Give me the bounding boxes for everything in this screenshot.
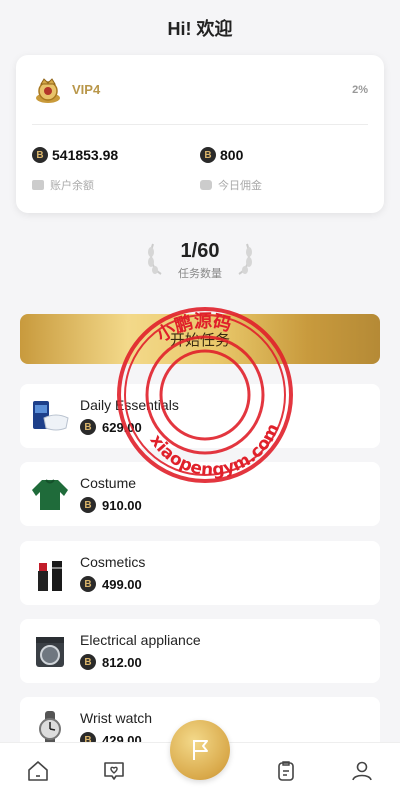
tab-orders[interactable]	[266, 751, 306, 791]
item-name: Daily Essentials	[80, 397, 179, 413]
vip-percent: 2%	[352, 83, 368, 96]
item-price: 629.00	[102, 419, 142, 435]
item-price: 499.00	[102, 576, 142, 592]
page-header: Hi! 欢迎	[0, 0, 400, 56]
vip-level-label: VIP4	[72, 82, 101, 97]
vip-row: VIP4 2%	[32, 55, 368, 125]
lipstick-icon	[30, 553, 70, 593]
page-title: Hi! 欢迎	[167, 19, 233, 39]
laurel-left-icon	[148, 243, 162, 275]
tab-home[interactable]	[18, 751, 58, 791]
coin-icon: B	[80, 576, 96, 592]
coin-icon: B	[80, 497, 96, 513]
tab-profile[interactable]	[342, 751, 382, 791]
balance-label: 账户余额	[50, 180, 94, 192]
coin-icon: B	[200, 147, 216, 163]
coin-icon: B	[32, 147, 48, 163]
item-name: Wrist watch	[80, 710, 153, 726]
task-counter: 1/60 任务数量	[0, 240, 400, 281]
heart-chat-icon	[104, 761, 124, 780]
balance-stat: B 541853.98 账户余额	[32, 147, 200, 193]
wallet-icon	[32, 180, 44, 190]
list-item[interactable]: Electrical appliance B 812.00	[20, 619, 380, 683]
vip-left: VIP4	[32, 74, 100, 106]
commission-stat: B 800 今日佣金	[200, 147, 368, 193]
green-sweater-icon	[30, 474, 70, 514]
stats-row: B 541853.98 账户余额 B 800 今日佣金	[32, 125, 368, 193]
task-count-value: 1/60	[180, 240, 220, 262]
account-card: VIP4 2% B 541853.98 账户余额 B 800 今日佣金	[16, 55, 384, 213]
list-item[interactable]: Costume B 910.00	[20, 462, 380, 526]
item-name: Cosmetics	[80, 554, 146, 570]
boxed-mask-icon	[30, 396, 70, 436]
item-price: 812.00	[102, 654, 142, 670]
item-price: 910.00	[102, 497, 142, 513]
commission-value: 800	[220, 147, 244, 163]
tab-favorites[interactable]	[94, 751, 134, 791]
list-item[interactable]: Daily Essentials B 629.00	[20, 384, 380, 448]
item-name: Costume	[80, 475, 137, 491]
coin-icon: B	[80, 654, 96, 670]
item-name: Electrical appliance	[80, 632, 201, 648]
balance-value: 541853.98	[52, 147, 119, 163]
list-item[interactable]: Cosmetics B 499.00	[20, 541, 380, 605]
tab-tasks[interactable]	[170, 720, 230, 780]
start-task-button[interactable]: 开始任务	[20, 314, 380, 364]
laurel-right-icon	[238, 243, 252, 275]
grid-icon	[200, 180, 212, 190]
clipboard-icon	[278, 760, 294, 781]
vip-crown-icon	[32, 74, 64, 106]
flag-icon	[193, 740, 208, 760]
task-count-label: 任务数量	[178, 268, 222, 280]
washing-machine-icon	[30, 631, 70, 671]
home-icon	[28, 760, 48, 781]
coin-icon: B	[80, 419, 96, 435]
commission-label: 今日佣金	[218, 180, 262, 192]
user-icon	[352, 761, 372, 780]
